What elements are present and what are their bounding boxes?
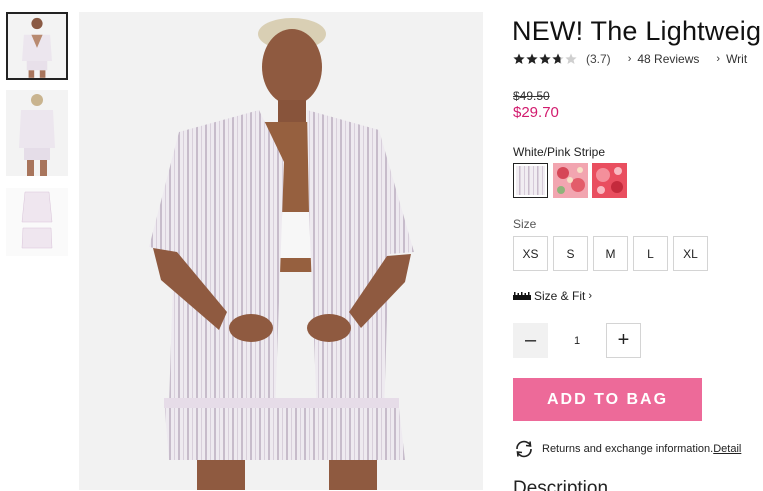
thumbnail-back-image: [6, 90, 68, 176]
chevron-right-icon: ›: [588, 290, 593, 302]
swatch-red-floral[interactable]: [592, 163, 627, 198]
star-icon: [526, 53, 538, 64]
swatch-red-floral-image: [592, 163, 627, 198]
product-photo: [79, 12, 483, 490]
ruler-icon: [513, 292, 531, 300]
returns-icon: [516, 440, 532, 458]
thumbnail-front-image: [8, 14, 66, 78]
size-xl-button[interactable]: XL: [673, 236, 708, 271]
selected-color-label: White/Pink Stripe: [513, 145, 606, 159]
star-icon: [539, 53, 551, 64]
size-m-button[interactable]: M: [593, 236, 628, 271]
star-half-icon: [552, 53, 564, 64]
star-icon: [513, 53, 525, 64]
size-xs-button[interactable]: XS: [513, 236, 548, 271]
quantity-increase-button[interactable]: +: [606, 323, 641, 358]
rating-row: (3.7) › 48 Reviews › Writ: [513, 52, 763, 66]
returns-details-link[interactable]: Detail: [713, 443, 741, 455]
thumbnail-back[interactable]: [6, 90, 68, 176]
minus-icon: –: [524, 329, 537, 351]
thumbnail-flat-image: [6, 188, 68, 256]
original-price: $49.50: [513, 89, 550, 103]
quantity-decrease-button[interactable]: –: [513, 323, 548, 358]
star-rating: [513, 53, 577, 65]
chevron-right-icon: ›: [716, 53, 721, 65]
chevron-right-icon: ›: [627, 53, 632, 65]
swatch-floral-image: [553, 163, 588, 198]
swatch-stripe-image: [516, 166, 545, 195]
reviews-link[interactable]: 48 Reviews: [637, 52, 699, 66]
product-title: NEW! The Lightweight: [512, 16, 763, 46]
quantity-value[interactable]: 1: [548, 323, 606, 358]
returns-text: Returns and exchange information.: [542, 443, 714, 455]
size-l-button[interactable]: L: [633, 236, 668, 271]
main-product-image[interactable]: [79, 12, 483, 490]
size-label: Size: [513, 217, 537, 231]
write-review-link[interactable]: Writ: [726, 52, 747, 66]
sale-price: $29.70: [513, 104, 559, 121]
returns-info: Returns and exchange information. Detail: [513, 440, 763, 458]
size-fit-link[interactable]: Size & Fit ›: [513, 289, 592, 303]
rating-value: (3.7): [586, 52, 611, 66]
swatch-white-pink-stripe[interactable]: [513, 163, 548, 198]
plus-icon: +: [617, 329, 630, 351]
description-heading: Description: [513, 478, 609, 491]
size-fit-label: Size & Fit: [534, 289, 586, 303]
size-s-button[interactable]: S: [553, 236, 588, 271]
thumbnail-flat[interactable]: [6, 188, 68, 256]
thumbnail-front[interactable]: [6, 12, 68, 80]
star-empty-icon: [565, 53, 577, 64]
add-to-bag-button[interactable]: ADD TO BAG: [513, 378, 702, 421]
swatch-pink-floral[interactable]: [553, 163, 588, 198]
